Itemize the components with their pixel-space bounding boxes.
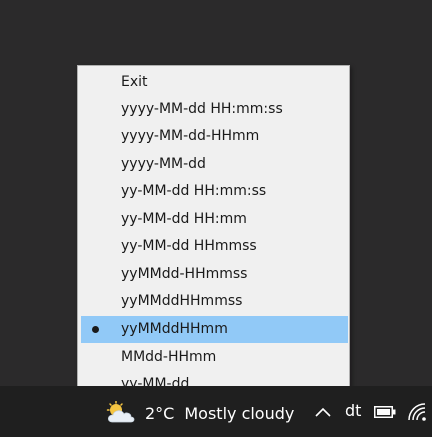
wifi-icon[interactable] [406, 401, 428, 423]
menu-item-label: yyyy-MM-dd HH:mm:ss [121, 101, 283, 117]
tray-app-label[interactable]: dt [345, 401, 361, 420]
menu-item-label: yyMMddHHmm [121, 321, 228, 337]
menu-item-format[interactable]: yyyy-MM-dd HH:mm:ss [81, 96, 348, 123]
chevron-up-icon[interactable] [314, 405, 332, 419]
menu-item-format-selected[interactable]: yyMMddHHmm [81, 316, 348, 343]
menu-item-format[interactable]: yyyy-MM-dd [81, 151, 348, 178]
menu-item-label: yy-MM-dd HH:mm [121, 211, 247, 227]
menu-item-exit[interactable]: Exit [81, 69, 348, 96]
menu-item-label: yyMMdd-HHmmss [121, 266, 248, 282]
menu-item-label: yyyy-MM-dd-HHmm [121, 128, 260, 144]
menu-item-format[interactable]: yyyy-MM-dd-HHmm [81, 123, 348, 150]
menu-item-format[interactable]: MMdd-HHmm [81, 344, 348, 371]
weather-widget[interactable]: 2°C Mostly cloudy [105, 401, 294, 425]
context-menu: Exit yyyy-MM-dd HH:mm:ss yyyy-MM-dd-HHmm… [77, 65, 350, 402]
menu-item-format[interactable]: yyMMdd-HHmmss [81, 261, 348, 288]
weather-condition: Mostly cloudy [184, 403, 295, 423]
menu-item-label: yy-MM-dd HHmmss [121, 238, 257, 254]
radio-bullet-icon [92, 326, 99, 333]
menu-item-label: yyyy-MM-dd [121, 156, 206, 172]
battery-icon[interactable] [374, 406, 396, 418]
menu-item-label: Exit [121, 74, 148, 90]
menu-item-format[interactable]: yyMMddHHmmss [81, 288, 348, 315]
menu-item-label: MMdd-HHmm [121, 349, 217, 365]
weather-temperature: 2°C [145, 403, 175, 423]
menu-item-format[interactable]: yy-MM-dd HH:mm:ss [81, 178, 348, 205]
menu-item-format[interactable]: yy-MM-dd HHmmss [81, 233, 348, 260]
menu-item-label: yy-MM-dd HH:mm:ss [121, 183, 267, 199]
menu-item-format[interactable]: yy-MM-dd HH:mm [81, 206, 348, 233]
menu-item-label: yyMMddHHmmss [121, 293, 243, 309]
taskbar: 2°C Mostly cloudy dt [0, 386, 432, 437]
partly-cloudy-icon [106, 401, 135, 423]
